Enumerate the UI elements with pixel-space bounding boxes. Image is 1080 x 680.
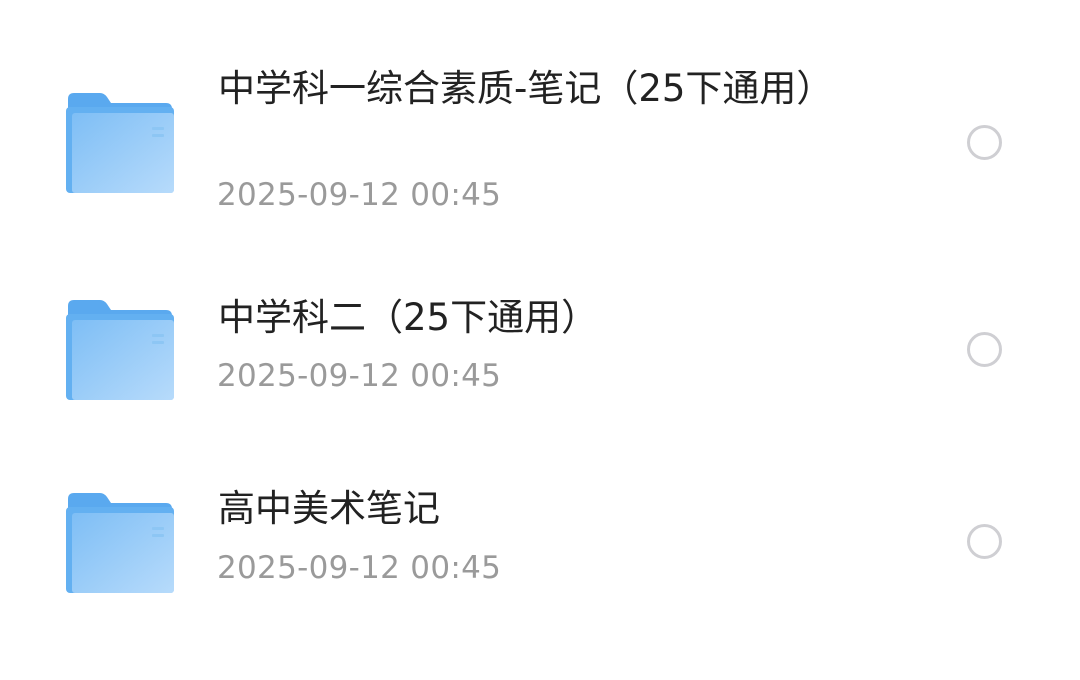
file-date: 2025-09-12 00:45 xyxy=(217,550,502,586)
select-radio[interactable] xyxy=(967,125,1002,160)
folder-icon xyxy=(66,300,174,400)
folder-icon xyxy=(66,493,174,593)
select-radio[interactable] xyxy=(967,332,1002,367)
select-radio[interactable] xyxy=(967,524,1002,559)
file-date: 2025-09-12 00:45 xyxy=(217,358,502,394)
folder-icon xyxy=(66,93,174,193)
file-list-item[interactable]: 高中美术笔记 2025-09-12 00:45 xyxy=(0,450,1080,640)
file-name: 高中美术笔记 xyxy=(218,487,440,530)
file-list-item[interactable]: 中学科一综合素质-笔记（25下通用） 2025-09-12 00:45 xyxy=(0,0,1080,250)
file-name: 中学科二（25下通用） xyxy=(218,296,599,339)
file-date: 2025-09-12 00:45 xyxy=(217,177,502,213)
file-list-item[interactable]: 中学科二（25下通用） 2025-09-12 00:45 xyxy=(0,250,1080,450)
file-name: 中学科一综合素质-笔记（25下通用） xyxy=(218,67,834,110)
